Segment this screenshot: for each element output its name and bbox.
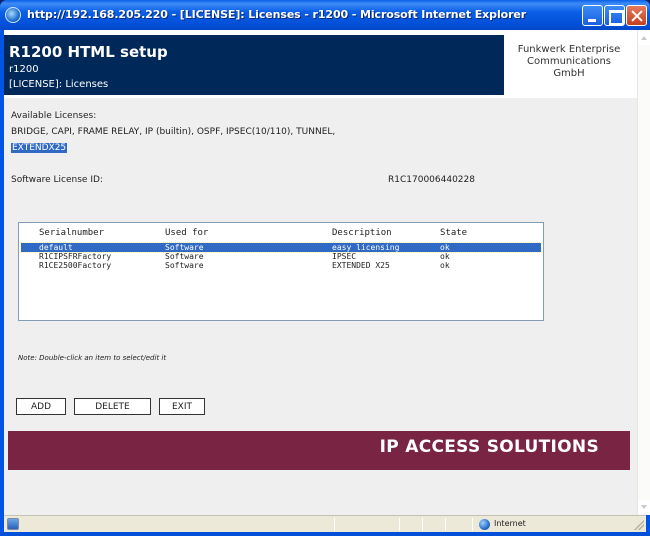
footer-banner: IP ACCESS SOLUTIONS	[8, 431, 630, 470]
row-used-for: Software	[165, 252, 204, 261]
status-separator	[422, 518, 423, 531]
scroll-up-icon[interactable]	[638, 31, 650, 45]
software-license-value: R1C170006440228	[388, 175, 475, 185]
edit-note: Note: Double-click an item to select/edi…	[18, 354, 167, 362]
device-name: r1200	[9, 64, 39, 75]
globe-icon	[479, 519, 490, 530]
company-line2: Communications	[526, 56, 612, 67]
license-row-ipsec[interactable]: R1CIPSFRFactory Software IPSEC ok	[21, 252, 541, 261]
row-serial: R1CIPSFRFactory	[39, 252, 112, 261]
column-used-for: Used for	[165, 228, 209, 238]
page-title: R1200 HTML setup	[9, 43, 168, 61]
row-used-for: Software	[165, 261, 204, 270]
row-state: ok	[440, 252, 450, 261]
listbox-header: Serialnumber Used for Description State	[19, 228, 543, 240]
banner-text: IP ACCESS SOLUTIONS	[379, 437, 599, 457]
browser-window: http://192.168.205.220 - [LICENSE]: Lice…	[0, 0, 650, 536]
status-separator	[334, 518, 335, 531]
page-content: R1200 HTML setup r1200 [LICENSE]: Licens…	[4, 30, 637, 515]
window-border	[0, 532, 650, 536]
title-bar[interactable]: http://192.168.205.220 - [LICENSE]: Lice…	[0, 0, 650, 30]
status-separator	[445, 518, 446, 531]
add-button[interactable]: ADD	[16, 398, 66, 415]
license-row-x25[interactable]: R1CE2500Factory Software EXTENDED X25 ok	[21, 261, 541, 270]
column-description: Description	[332, 228, 392, 238]
row-serial: default	[39, 243, 73, 252]
row-description: IPSEC	[332, 252, 357, 261]
company-line1: Funkwerk Enterprise	[517, 44, 621, 55]
exit-button[interactable]: EXIT	[159, 398, 205, 415]
page-section: [LICENSE]: Licenses	[9, 79, 109, 90]
page-icon	[7, 518, 19, 530]
close-button[interactable]	[626, 5, 647, 26]
company-line3: GmbH	[553, 68, 585, 79]
company-logo: Funkwerk Enterprise Communications GmbH	[508, 35, 630, 95]
row-state: ok	[440, 261, 450, 270]
scroll-down-icon[interactable]	[638, 500, 650, 514]
license-listbox[interactable]: Serialnumber Used for Description State …	[18, 222, 544, 321]
status-separator	[472, 518, 473, 531]
window-title: http://192.168.205.220 - [LICENSE]: Lice…	[27, 8, 527, 21]
license-row-default[interactable]: default Software easy licensing ok	[20, 242, 542, 253]
ie-icon	[5, 7, 21, 23]
status-bar: Internet	[4, 515, 646, 532]
row-serial: R1CE2500Factory	[39, 261, 112, 270]
resize-grip-icon[interactable]	[634, 520, 644, 530]
column-serialnumber: Serialnumber	[39, 228, 105, 238]
available-licenses-label: Available Licenses:	[11, 111, 97, 121]
available-licenses-selected: EXTENDX25	[11, 143, 68, 153]
available-licenses-list: BRIDGE, CAPI, FRAME RELAY, IP (builtin),…	[11, 127, 336, 137]
vertical-scrollbar[interactable]	[637, 30, 650, 515]
security-zone: Internet	[494, 519, 526, 528]
minimize-button[interactable]	[582, 5, 603, 26]
delete-button[interactable]: DELETE	[74, 398, 151, 415]
row-used-for: Software	[165, 243, 204, 252]
row-description: EXTENDED X25	[332, 261, 390, 270]
content-area: Available Licenses: BRIDGE, CAPI, FRAME …	[4, 98, 637, 515]
status-separator	[399, 518, 400, 531]
column-state: State	[440, 228, 468, 238]
software-license-label: Software License ID:	[11, 175, 103, 185]
row-description: easy licensing	[332, 243, 400, 252]
page-header: R1200 HTML setup r1200 [LICENSE]: Licens…	[4, 35, 504, 95]
row-state: ok	[440, 243, 450, 252]
maximize-button[interactable]	[604, 5, 625, 26]
